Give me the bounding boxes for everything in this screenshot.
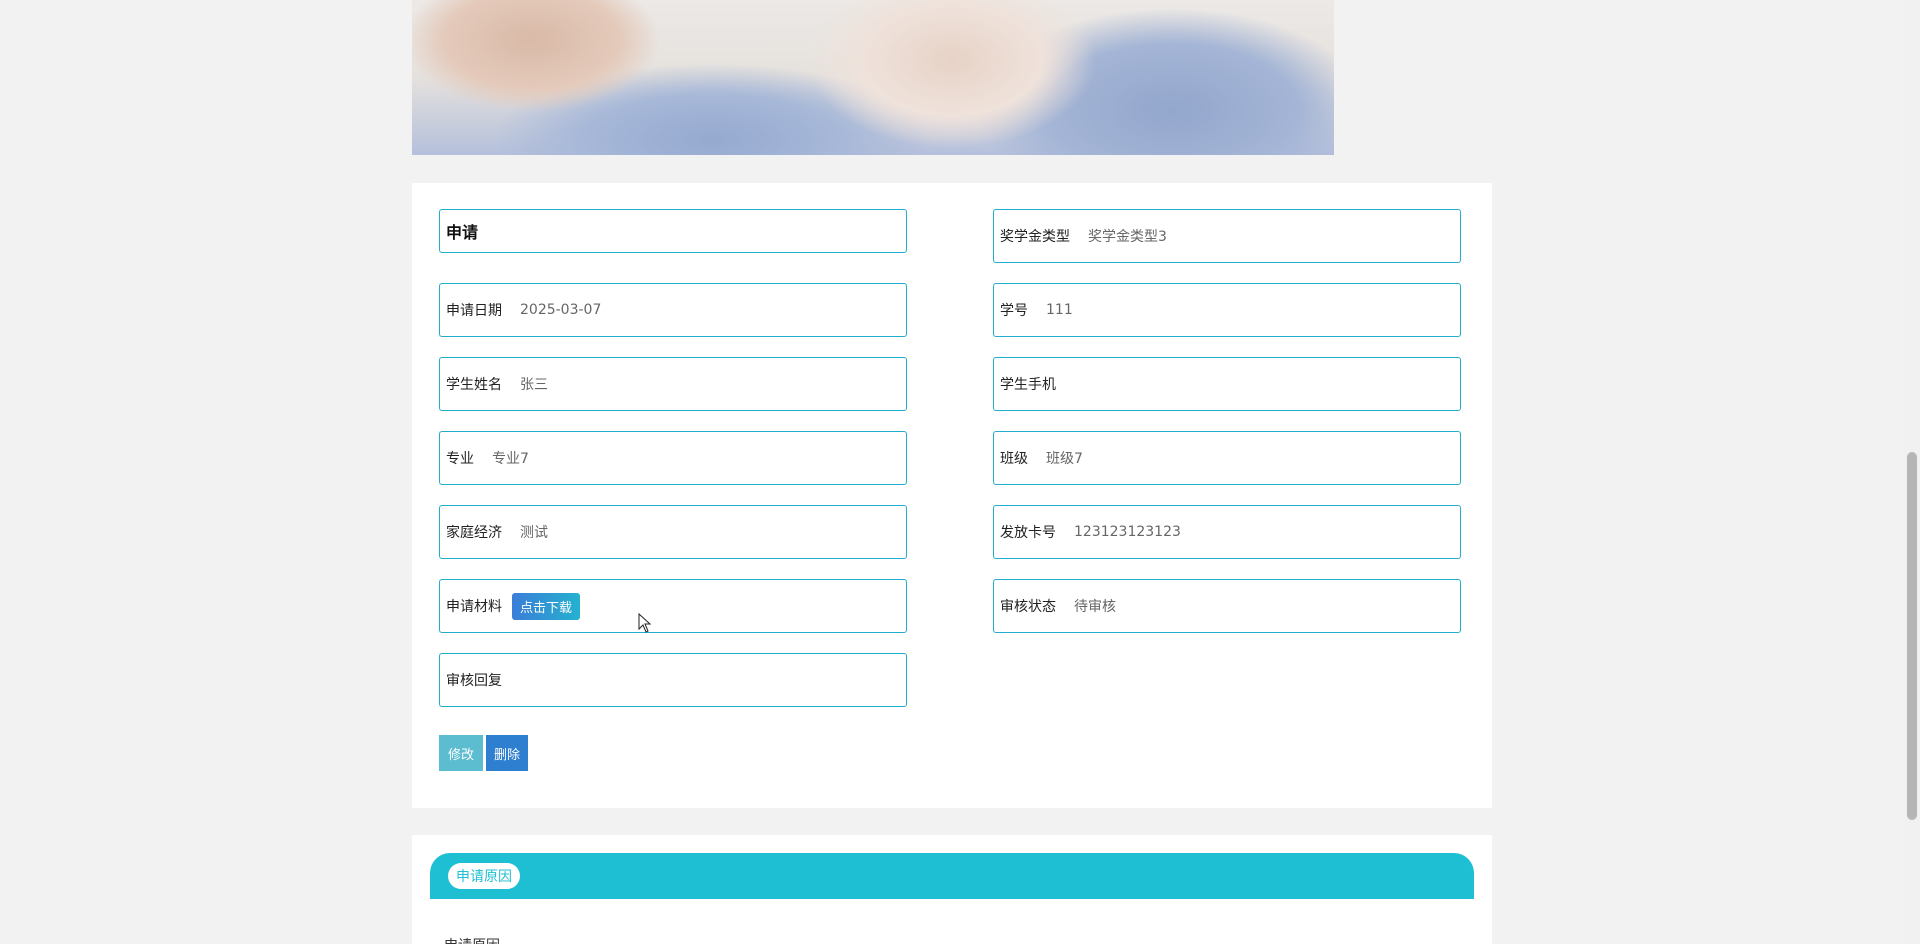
materials-field: 申请材料 点击下载 — [439, 579, 907, 633]
delete-button[interactable]: 删除 — [486, 735, 528, 771]
review-status-value: 待审核 — [1074, 599, 1116, 615]
edit-button[interactable]: 修改 — [439, 735, 483, 771]
student-phone-field: 学生手机 — [993, 357, 1461, 411]
scholarship-type-value: 奖学金类型3 — [1088, 229, 1167, 245]
banner-carousel[interactable] — [412, 0, 1334, 155]
download-button[interactable]: 点击下载 — [512, 592, 581, 620]
family-economy-value: 测试 — [520, 525, 548, 541]
student-name-label: 学生姓名 — [446, 377, 502, 393]
apply-date-label: 申请日期 — [446, 303, 502, 319]
class-field: 班级 班级7 — [993, 431, 1461, 485]
form-title-field: 申请 — [439, 209, 907, 253]
page: 申请 申请日期 2025-03-07 学生姓名 张三 专业 专业7 家庭经济 测… — [0, 0, 1920, 944]
mouse-cursor-icon — [638, 613, 652, 633]
student-phone-label: 学生手机 — [1000, 377, 1056, 393]
form-title: 申请 — [446, 223, 479, 242]
family-economy-field: 家庭经济 测试 — [439, 505, 907, 559]
student-id-field: 学号 111 — [993, 283, 1461, 337]
apply-date-field: 申请日期 2025-03-07 — [439, 283, 907, 337]
review-status-label: 审核状态 — [1000, 599, 1056, 615]
class-value: 班级7 — [1046, 451, 1083, 467]
review-reply-field: 审核回复 — [439, 653, 907, 707]
student-name-field: 学生姓名 张三 — [439, 357, 907, 411]
review-reply-label: 审核回复 — [446, 673, 502, 689]
review-status-field: 审核状态 待审核 — [993, 579, 1461, 633]
banner-image — [412, 0, 1334, 155]
class-label: 班级 — [1000, 451, 1028, 467]
card-number-value: 123123123123 — [1074, 524, 1181, 540]
vertical-scrollbar[interactable] — [1903, 0, 1920, 944]
scholarship-type-label: 奖学金类型 — [1000, 229, 1070, 245]
reason-card: 申请原因 申请原因 — [412, 835, 1492, 944]
major-value: 专业7 — [492, 451, 529, 467]
scholarship-type-field: 奖学金类型 奖学金类型3 — [993, 209, 1461, 263]
card-number-label: 发放卡号 — [1000, 525, 1056, 541]
student-id-value: 111 — [1046, 302, 1073, 318]
family-economy-label: 家庭经济 — [446, 525, 502, 541]
major-label: 专业 — [446, 451, 474, 467]
reason-tab[interactable]: 申请原因 — [448, 863, 520, 889]
card-number-field: 发放卡号 123123123123 — [993, 505, 1461, 559]
student-name-value: 张三 — [520, 377, 548, 393]
reason-label: 申请原因 — [444, 935, 500, 944]
application-detail-card: 申请 申请日期 2025-03-07 学生姓名 张三 专业 专业7 家庭经济 测… — [412, 183, 1492, 808]
materials-label: 申请材料 — [446, 599, 502, 615]
apply-date-value: 2025-03-07 — [520, 302, 602, 318]
reason-header: 申请原因 — [430, 853, 1474, 899]
major-field: 专业 专业7 — [439, 431, 907, 485]
student-id-label: 学号 — [1000, 303, 1028, 319]
scrollbar-thumb[interactable] — [1907, 452, 1917, 820]
